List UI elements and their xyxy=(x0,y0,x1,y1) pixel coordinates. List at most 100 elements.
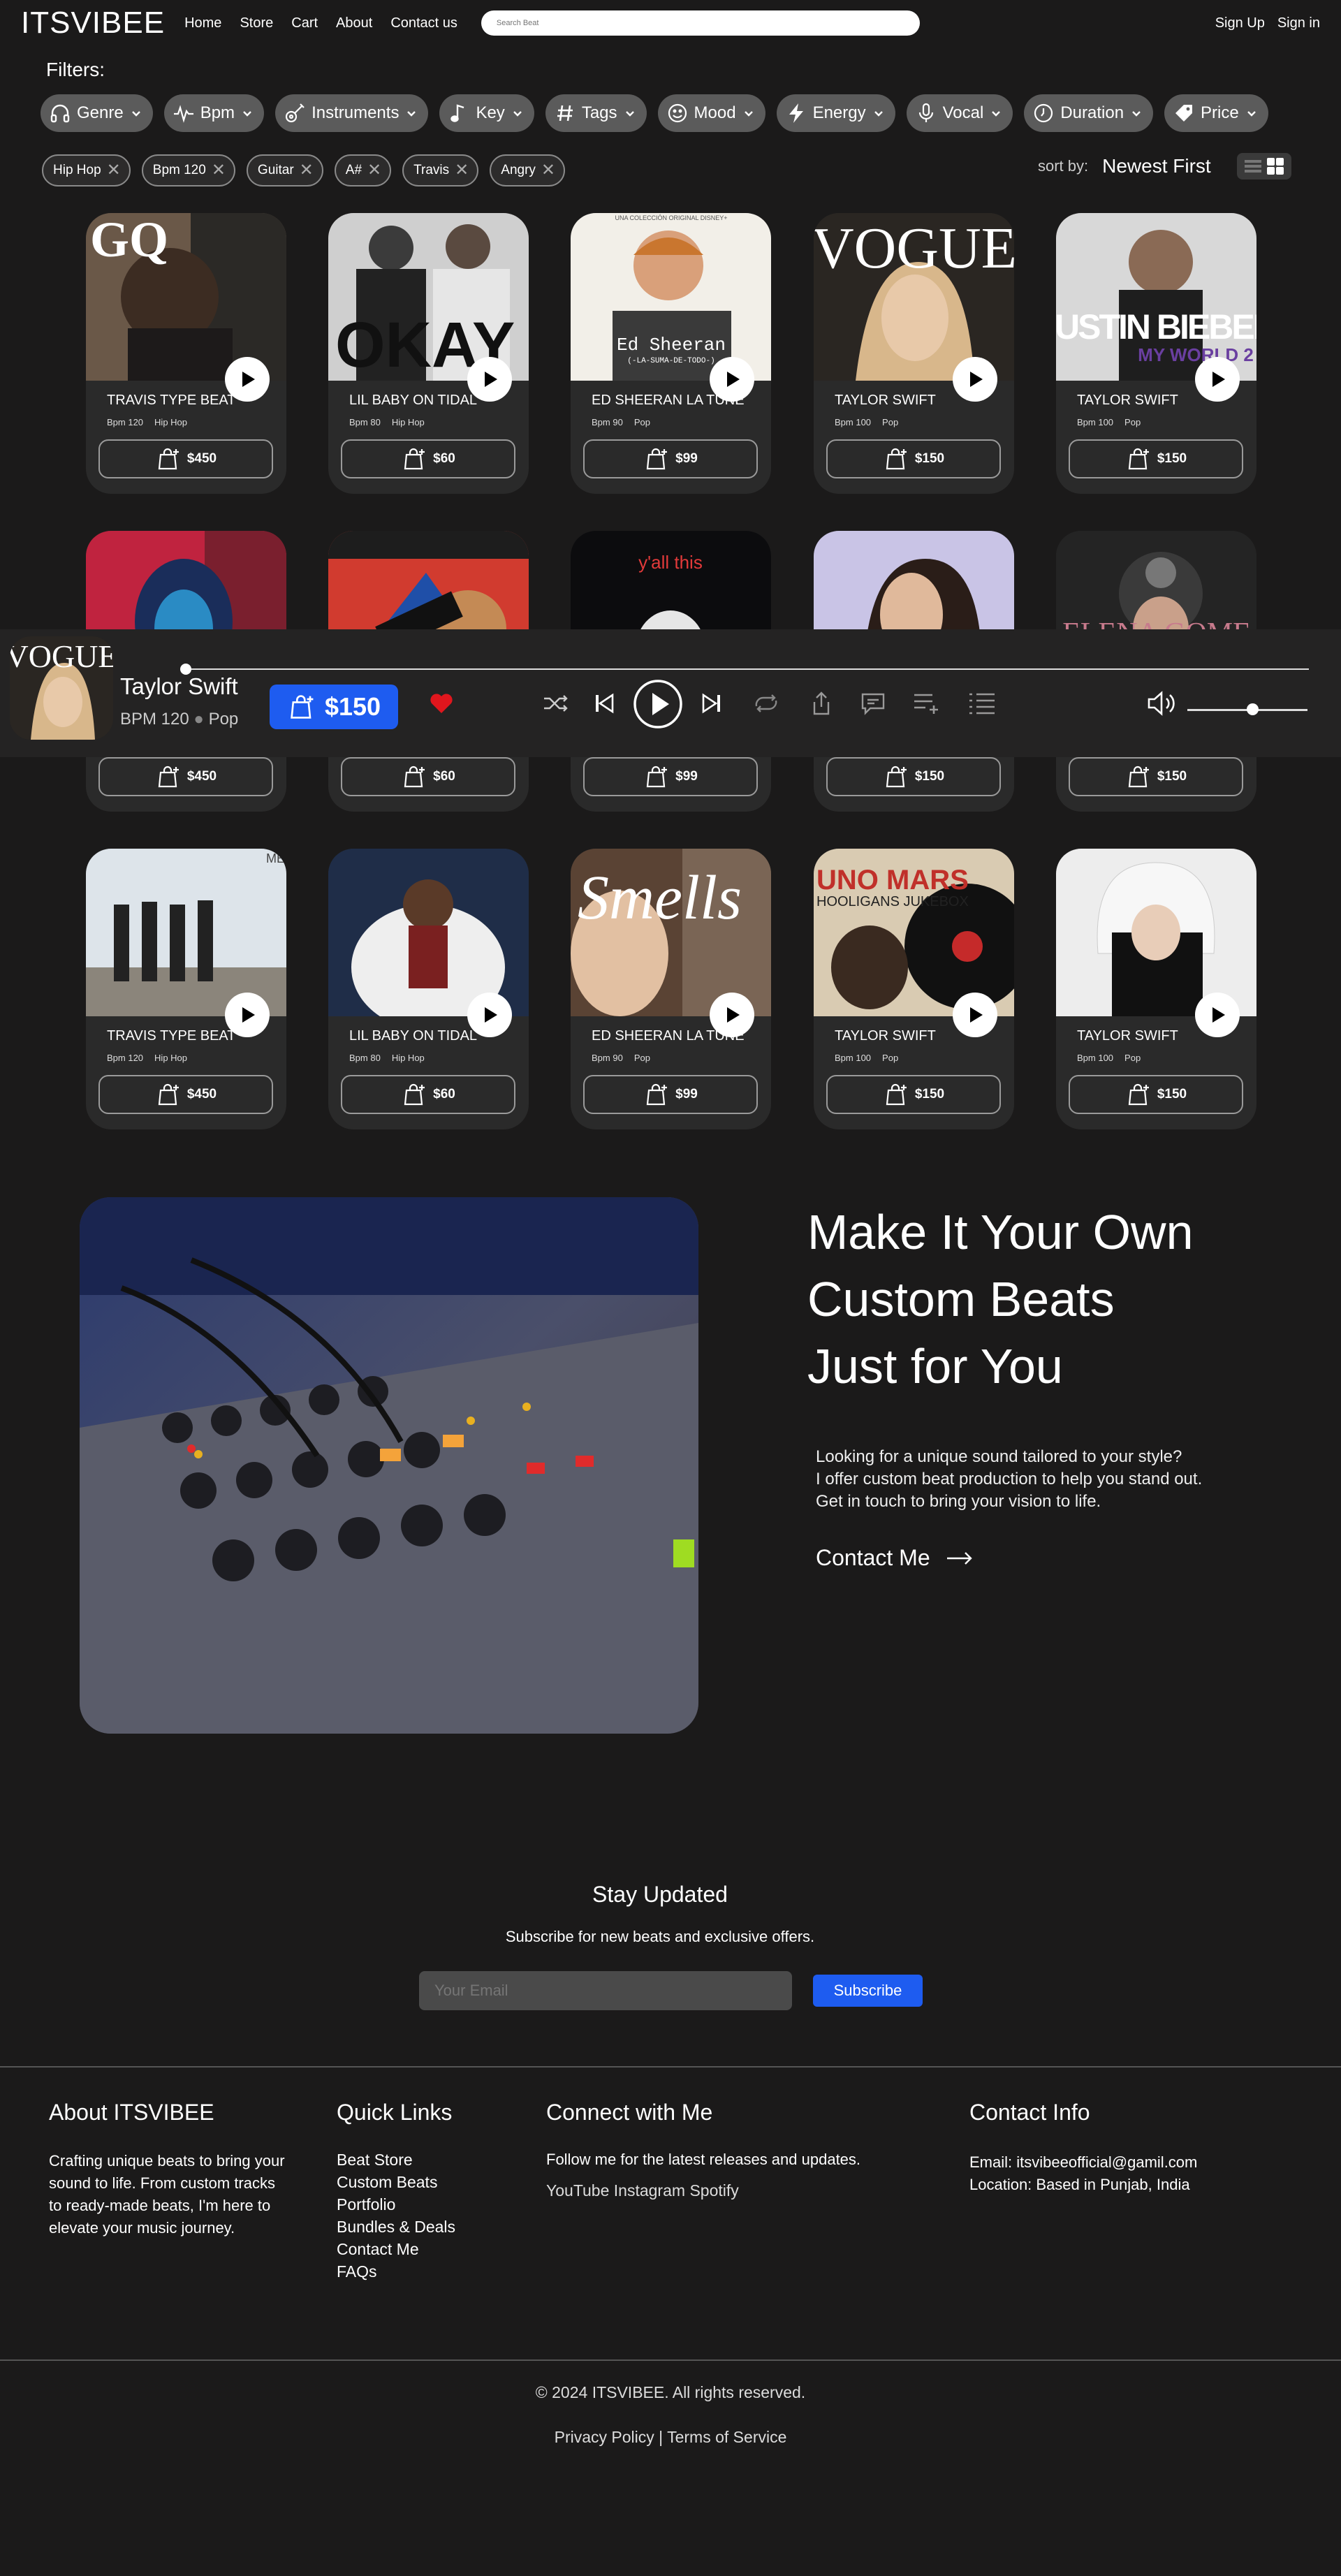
footer-link-custom-beats[interactable]: Custom Beats xyxy=(337,2171,455,2193)
beat-card[interactable]: Smells ED SHEERAN LA TUNE Bpm 90 Pop $99 xyxy=(571,849,771,1129)
heading-line: Custom Beats xyxy=(807,1272,1115,1326)
shuffle-icon xyxy=(544,695,568,712)
remove-tag-icon[interactable]: ✕ xyxy=(300,162,314,179)
chevron-down-icon xyxy=(243,111,251,117)
active-tag: Travis ✕ xyxy=(402,154,479,186)
player-genre: Pop xyxy=(208,710,239,729)
comments-button[interactable] xyxy=(858,688,888,719)
footer-link-beat-store[interactable]: Beat Store xyxy=(337,2149,455,2171)
beat-card[interactable]: VOGUE TAYLOR SWIFT Bpm 100 Pop $150 xyxy=(814,213,1014,494)
contact-me-button[interactable]: Contact Me xyxy=(816,1545,974,1571)
next-button[interactable] xyxy=(696,688,727,719)
add-to-cart-button[interactable]: $60 xyxy=(341,439,515,478)
sort-label: sort by: xyxy=(1038,157,1089,175)
add-to-cart-button[interactable]: $60 xyxy=(341,1075,515,1114)
queue-button[interactable] xyxy=(967,688,997,719)
beat-card[interactable]: UNA COLECCIÓN ORIGINAL DISNEY+ Ed Sheeran… xyxy=(571,213,771,494)
footer-link-contact[interactable]: Contact Me xyxy=(337,2238,455,2260)
filter-duration[interactable]: Duration xyxy=(1024,94,1154,132)
nav-link-cart[interactable]: Cart xyxy=(291,15,318,31)
filter-price[interactable]: Price xyxy=(1164,94,1268,132)
beat-card[interactable]: GQ TRAVIS TYPE BEAT Bpm 120 Hip Hop $450 xyxy=(86,213,286,494)
search-input[interactable] xyxy=(481,10,920,36)
sort-select[interactable]: Newest First xyxy=(1102,155,1211,177)
remove-tag-icon[interactable]: ✕ xyxy=(455,162,469,179)
remove-tag-icon[interactable]: ✕ xyxy=(541,162,555,179)
nav-link-contact[interactable]: Contact us xyxy=(390,15,457,31)
like-button[interactable] xyxy=(426,688,457,719)
footer-location: Location: Based in Punjab, India xyxy=(969,2176,1190,2193)
footer-link-bundles[interactable]: Bundles & Deals xyxy=(337,2216,455,2238)
filter-vocal[interactable]: Vocal xyxy=(906,94,1013,132)
filter-mood[interactable]: Mood xyxy=(657,94,765,132)
social-spotify[interactable]: Spotify xyxy=(689,2181,738,2200)
add-to-cart-button[interactable]: $150 xyxy=(1069,439,1243,478)
footer-link-portfolio[interactable]: Portfolio xyxy=(337,2193,455,2216)
add-to-cart-button[interactable]: $150 xyxy=(826,439,1001,478)
add-to-cart-button[interactable]: $99 xyxy=(583,757,758,796)
cover-title: UNO MARS xyxy=(816,865,969,895)
beat-card[interactable]: JUSTIN BIEBERMY WORLD 2 TAYLOR SWIFT Bpm… xyxy=(1056,213,1256,494)
beat-meta: Bpm 90 Pop xyxy=(592,1053,650,1063)
sort-control: sort by: Newest First xyxy=(1038,155,1211,177)
nav-link-store[interactable]: Store xyxy=(240,15,273,31)
shuffle-button[interactable] xyxy=(541,688,571,719)
beat-price: $450 xyxy=(186,1087,217,1102)
previous-button[interactable] xyxy=(589,688,620,719)
social-youtube[interactable]: YouTube xyxy=(546,2181,609,2200)
filter-genre[interactable]: Genre xyxy=(41,94,153,132)
terms-link[interactable]: Terms of Service xyxy=(667,2428,786,2446)
remove-tag-icon[interactable]: ✕ xyxy=(107,162,121,179)
play-pause-button[interactable] xyxy=(633,679,683,729)
beat-cover: UNO MARS HOOLIGANS JUKEBOX xyxy=(814,849,1014,1016)
nav-link-home[interactable]: Home xyxy=(184,15,221,31)
filter-tags[interactable]: Tags xyxy=(545,94,647,132)
beat-card[interactable]: TAYLOR SWIFT Bpm 100 Pop $150 xyxy=(1056,849,1256,1129)
add-to-cart-button[interactable]: $99 xyxy=(583,1075,758,1114)
share-button[interactable] xyxy=(806,688,837,719)
progress-track[interactable] xyxy=(184,668,1309,670)
chevron-down-icon xyxy=(1247,111,1256,117)
add-to-cart-button[interactable]: $99 xyxy=(583,439,758,478)
list-view-icon[interactable] xyxy=(1244,159,1262,174)
add-to-cart-button[interactable]: $450 xyxy=(98,757,273,796)
add-to-cart-button[interactable]: $450 xyxy=(98,1075,273,1114)
filter-energy-label: Energy xyxy=(812,103,866,122)
beat-cover: ME xyxy=(86,849,286,1016)
add-to-cart-button[interactable]: $150 xyxy=(1069,1075,1243,1114)
add-to-cart-button[interactable]: $150 xyxy=(1069,757,1243,796)
volume-handle[interactable] xyxy=(1247,703,1259,715)
grid-view-icon[interactable] xyxy=(1266,157,1284,175)
social-instagram[interactable]: Instagram xyxy=(614,2181,685,2200)
add-to-cart-button[interactable]: $150 xyxy=(826,757,1001,796)
beat-card[interactable]: OKAY LIL BABY ON TIDAL Bpm 80 Hip Hop $60 xyxy=(328,213,529,494)
add-to-cart-button[interactable]: $60 xyxy=(341,757,515,796)
beat-price: $99 xyxy=(675,1087,698,1102)
beat-price: $150 xyxy=(914,451,945,466)
logo[interactable]: ITSVIBEE xyxy=(21,6,165,41)
beat-card[interactable]: UNO MARS HOOLIGANS JUKEBOX TAYLOR SWIFT B… xyxy=(814,849,1014,1129)
play-icon xyxy=(485,372,497,387)
repeat-button[interactable] xyxy=(751,688,782,719)
filter-bpm[interactable]: Bpm xyxy=(163,94,265,132)
footer-link-faqs[interactable]: FAQs xyxy=(337,2260,455,2283)
volume-button[interactable] xyxy=(1145,688,1179,719)
nav-link-about[interactable]: About xyxy=(336,15,372,31)
privacy-link[interactable]: Privacy Policy xyxy=(555,2428,654,2446)
beat-card[interactable]: ME TRAVIS TYPE BEAT Bpm 120 Hip Hop $450 xyxy=(86,849,286,1129)
add-to-cart-button[interactable]: $450 xyxy=(98,439,273,478)
add-to-playlist-button[interactable] xyxy=(911,688,942,719)
signin-link[interactable]: Sign in xyxy=(1277,15,1320,31)
beat-price: $450 xyxy=(186,769,217,784)
beat-card[interactable]: LIL BABY ON TIDAL Bpm 80 Hip Hop $60 xyxy=(328,849,529,1129)
filter-energy[interactable]: Energy xyxy=(776,94,895,132)
email-field[interactable] xyxy=(419,1971,792,2010)
filter-key[interactable]: Key xyxy=(439,94,534,132)
add-to-cart-button[interactable]: $150 xyxy=(826,1075,1001,1114)
player-buy-button[interactable]: $150 xyxy=(270,685,398,729)
remove-tag-icon[interactable]: ✕ xyxy=(212,162,226,179)
filter-instruments[interactable]: Instruments xyxy=(275,94,429,132)
remove-tag-icon[interactable]: ✕ xyxy=(367,162,381,179)
subscribe-button[interactable]: Subscribe xyxy=(813,1975,923,2007)
signup-link[interactable]: Sign Up xyxy=(1215,15,1265,31)
